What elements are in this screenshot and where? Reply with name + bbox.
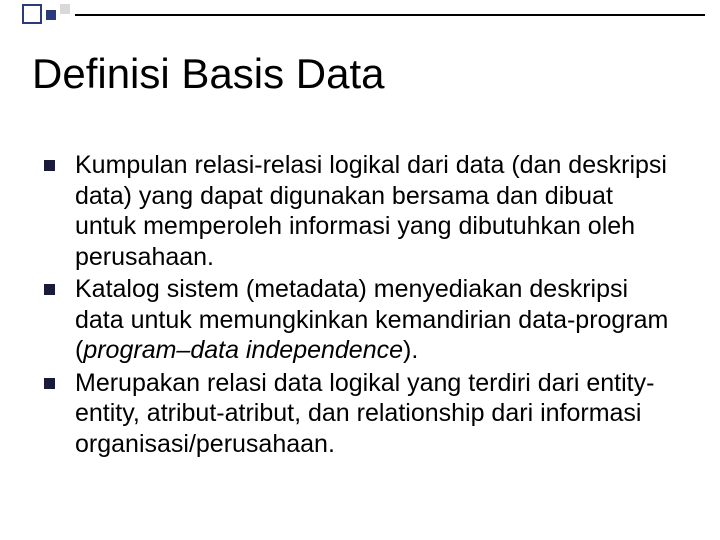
list-item: Kumpulan relasi-relasi logikal dari data… <box>40 150 680 272</box>
list-item-text: Merupakan relasi data logikal yang terdi… <box>75 368 680 460</box>
bullet-icon <box>44 284 55 295</box>
list-item: Katalog sistem (metadata) menyediakan de… <box>40 274 680 366</box>
slide-body: Kumpulan relasi-relasi logikal dari data… <box>40 150 680 461</box>
list-item-text: Kumpulan relasi-relasi logikal dari data… <box>75 150 680 272</box>
decor-line <box>75 14 705 16</box>
decor-square-gray <box>60 4 70 14</box>
list-item: Merupakan relasi data logikal yang terdi… <box>40 368 680 460</box>
decor-square-navy <box>46 10 56 20</box>
decor-square-outline <box>22 4 42 24</box>
header-decor <box>0 0 720 30</box>
list-item-text: Katalog sistem (metadata) menyediakan de… <box>75 274 680 366</box>
slide: Definisi Basis Data Kumpulan relasi-rela… <box>0 0 720 540</box>
slide-title: Definisi Basis Data <box>32 50 384 98</box>
bullet-icon <box>44 378 55 389</box>
bullet-icon <box>44 160 55 171</box>
